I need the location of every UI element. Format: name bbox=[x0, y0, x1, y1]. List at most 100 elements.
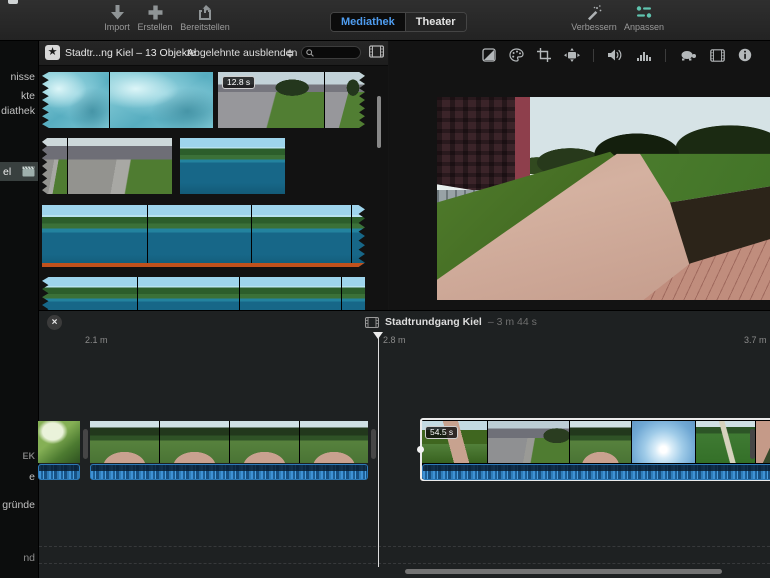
clip-frame bbox=[42, 277, 138, 310]
clip-frame bbox=[756, 421, 770, 463]
clip-frame bbox=[325, 72, 365, 128]
create-label: Erstellen bbox=[137, 22, 172, 32]
viewer-panel bbox=[389, 41, 770, 310]
sidebar-item-garageband[interactable]: nd bbox=[0, 552, 35, 564]
stabilization-icon[interactable] bbox=[564, 48, 580, 62]
clip-frame bbox=[160, 421, 230, 463]
clip-frame bbox=[352, 205, 365, 267]
clip-frame bbox=[342, 277, 365, 310]
event-title: Stadtr...ng Kiel – 13 Objekte bbox=[65, 47, 196, 59]
timeline-clip-selected[interactable]: 54.5 s bbox=[420, 418, 770, 481]
clip-edge-handle[interactable] bbox=[750, 429, 755, 459]
tab-mediathek[interactable]: Mediathek bbox=[331, 13, 406, 31]
clip-frame bbox=[68, 138, 172, 194]
import-arrow-icon bbox=[109, 4, 126, 21]
browser-scrollbar[interactable] bbox=[377, 96, 381, 148]
clip-edge-handle[interactable] bbox=[83, 429, 88, 459]
share-label: Bereitstellen bbox=[180, 22, 230, 32]
selected-clip-duration-badge: 54.5 s bbox=[425, 426, 458, 439]
sidebar-section-mediathek-header: EK bbox=[0, 451, 35, 461]
clip-frame bbox=[696, 421, 756, 463]
filmstrip-view-icon[interactable] bbox=[369, 45, 384, 58]
browser-clip-clouds[interactable] bbox=[42, 72, 213, 128]
clip-frame bbox=[632, 421, 696, 463]
sidebar-item-projekte[interactable]: kte bbox=[0, 90, 35, 102]
effects-icon[interactable] bbox=[710, 49, 725, 62]
audio-waveform[interactable] bbox=[422, 464, 770, 480]
selected-clip-filmstrip: 54.5 s bbox=[422, 421, 770, 463]
sidebar-item-selected-event[interactable]: el bbox=[0, 162, 38, 181]
clip-frame bbox=[38, 421, 80, 463]
share-button[interactable]: Bereitstellen bbox=[170, 4, 240, 32]
color-palette-icon[interactable] bbox=[509, 48, 524, 62]
view-switcher: Mediathek Theater bbox=[330, 12, 467, 32]
timeline-lane-divider bbox=[39, 563, 770, 564]
clip-frame bbox=[240, 277, 342, 310]
event-browser: ★ Stadtr...ng Kiel – 13 Objekte Abgelehn… bbox=[39, 41, 388, 310]
timeline-clip-fragment[interactable] bbox=[38, 421, 80, 463]
sidebar-item-mediathek[interactable]: diathek bbox=[0, 105, 35, 117]
clip-frame bbox=[300, 421, 368, 463]
clip-frame bbox=[138, 277, 240, 310]
viewer-toolbar bbox=[389, 44, 770, 66]
project-film-icon bbox=[365, 317, 379, 328]
project-duration: – 3 m 44 s bbox=[488, 316, 537, 328]
tab-theater[interactable]: Theater bbox=[406, 13, 466, 31]
clip-frame bbox=[110, 72, 213, 128]
sidebar-item-ereignisse[interactable]: nisse bbox=[0, 71, 35, 83]
ruler-label-3: 3.7 m bbox=[744, 335, 767, 345]
filter-stepper-icon[interactable] bbox=[285, 46, 294, 60]
enhance-label: Verbessern bbox=[571, 22, 617, 32]
browser-clip-street[interactable]: 12.8 s bbox=[218, 72, 365, 128]
clip-frame bbox=[570, 421, 632, 463]
ruler-label-1: 2.1 m bbox=[85, 335, 108, 345]
clip-frame bbox=[230, 421, 300, 463]
clapperboard-icon bbox=[22, 166, 35, 177]
timeline-header: Stadtrundgang Kiel – 3 m 44 s bbox=[365, 316, 537, 328]
search-input[interactable] bbox=[317, 47, 356, 59]
adjust-sliders-icon bbox=[634, 4, 654, 21]
used-range-marker bbox=[42, 263, 365, 267]
contrast-icon[interactable] bbox=[482, 48, 496, 62]
audio-waveform[interactable] bbox=[90, 464, 368, 480]
clip-frame bbox=[488, 421, 570, 463]
enhance-button[interactable]: Verbessern bbox=[565, 4, 623, 32]
timeline-horizontal-scrollbar[interactable] bbox=[405, 569, 722, 574]
selection-handle-left[interactable] bbox=[417, 446, 424, 453]
sidebar-item-hintergruende[interactable]: gründe bbox=[0, 499, 35, 511]
toolbar-divider bbox=[665, 49, 666, 62]
equalizer-icon[interactable] bbox=[636, 49, 652, 62]
speed-turtle-icon[interactable] bbox=[679, 49, 697, 61]
favorite-star-icon[interactable]: ★ bbox=[45, 45, 60, 60]
clip-frame bbox=[42, 205, 148, 267]
share-icon bbox=[196, 4, 214, 21]
volume-icon[interactable] bbox=[607, 48, 623, 62]
clip-edge-handle[interactable] bbox=[371, 429, 376, 459]
crop-icon[interactable] bbox=[537, 48, 551, 62]
audio-waveform[interactable] bbox=[38, 464, 80, 480]
search-field[interactable] bbox=[301, 46, 361, 59]
timeline-panel: × Stadtrundgang Kiel – 3 m 44 s 2.1 m 2.… bbox=[39, 310, 770, 578]
playhead[interactable] bbox=[378, 332, 380, 567]
browser-header: ★ Stadtr...ng Kiel – 13 Objekte Abgelehn… bbox=[39, 41, 388, 66]
sidebar-item-uebergaenge[interactable]: e bbox=[0, 471, 35, 483]
video-preview[interactable] bbox=[437, 97, 770, 300]
main-toolbar: Import Erstellen Bereitstellen Mediathek… bbox=[0, 0, 770, 41]
window-corner-fragment bbox=[8, 0, 18, 4]
browser-clip-lake-used[interactable] bbox=[42, 205, 365, 267]
enhance-wand-icon bbox=[585, 4, 603, 21]
adjust-button[interactable]: Anpassen bbox=[618, 4, 670, 32]
info-icon[interactable] bbox=[738, 48, 752, 62]
libraries-sidebar: nisse kte diathek el EK e gründe nd bbox=[0, 41, 39, 578]
browser-clip-lake-single[interactable] bbox=[180, 138, 285, 194]
selected-event-label: el bbox=[3, 166, 11, 178]
imovie-window: Import Erstellen Bereitstellen Mediathek… bbox=[0, 0, 770, 578]
browser-clip-lake-2[interactable] bbox=[42, 277, 365, 310]
playhead-triangle[interactable] bbox=[373, 332, 383, 339]
timeline-clip-park[interactable] bbox=[90, 421, 368, 463]
browser-clip-building-street[interactable] bbox=[42, 138, 172, 194]
clip-frame bbox=[42, 72, 110, 128]
timeline-close-button[interactable]: × bbox=[47, 315, 62, 330]
project-title: Stadtrundgang Kiel bbox=[385, 316, 482, 328]
filter-dropdown[interactable]: Abgelehnte ausblenden bbox=[187, 47, 297, 59]
